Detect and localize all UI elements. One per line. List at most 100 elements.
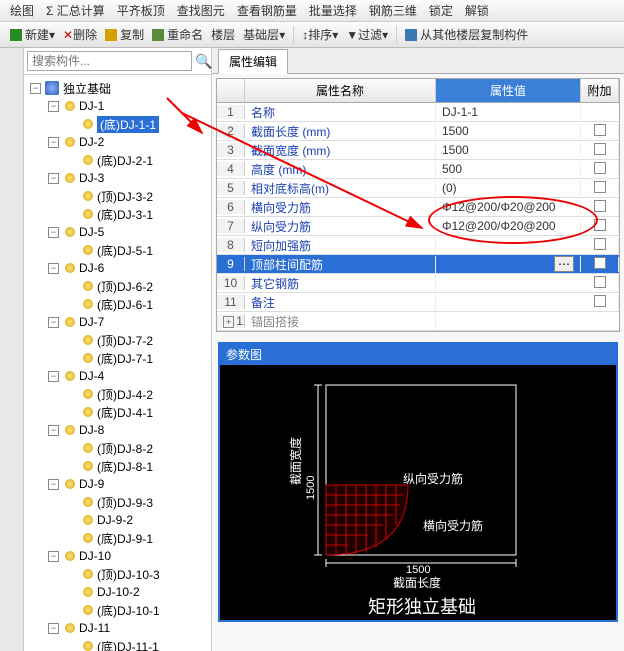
property-row[interactable]: 9顶部柱间配筋⋯	[217, 255, 619, 274]
col-value[interactable]: 属性值	[436, 79, 581, 102]
property-value-cell[interactable]: Φ12@200/Φ20@200	[436, 200, 581, 214]
property-grid: 属性名称 属性值 附加 1名称DJ-1-12截面长度 (mm)15003截面宽度…	[216, 78, 620, 332]
tree-group[interactable]: −DJ-5	[24, 223, 211, 241]
extra-checkbox[interactable]	[594, 124, 606, 136]
tree-item[interactable]: (底)DJ-11-1	[24, 637, 211, 651]
tree-group[interactable]: −DJ-8	[24, 421, 211, 439]
property-row[interactable]: 6横向受力筋Φ12@200/Φ20@200	[217, 198, 619, 217]
tree-item[interactable]: (底)DJ-2-1	[24, 151, 211, 169]
tool-align[interactable]: 平齐板顶	[117, 2, 165, 19]
tree-group[interactable]: −DJ-1	[24, 97, 211, 115]
extra-checkbox[interactable]	[594, 162, 606, 174]
tree-item[interactable]: (底)DJ-6-1	[24, 295, 211, 313]
label-vertical-rebar: 纵向受力筋	[403, 471, 463, 486]
property-row[interactable]: 5相对底标高(m)(0)	[217, 179, 619, 198]
property-row[interactable]: 7纵向受力筋Φ12@200/Φ20@200	[217, 217, 619, 236]
extra-checkbox[interactable]	[594, 143, 606, 155]
property-row[interactable]: 4高度 (mm)500	[217, 160, 619, 179]
delete-button[interactable]: ✕ 删除	[63, 26, 97, 43]
property-row[interactable]: +12锚固搭接	[217, 312, 619, 331]
tree-item[interactable]: (底)DJ-9-1	[24, 529, 211, 547]
copy-button[interactable]: 复制	[105, 26, 144, 43]
diagram-caption: 矩形独立基础	[368, 597, 476, 617]
property-row[interactable]: 10其它钢筋	[217, 274, 619, 293]
sort-button[interactable]: ↕ 排序 ▾	[302, 26, 338, 43]
property-row[interactable]: 3截面宽度 (mm)1500	[217, 141, 619, 160]
tree-group[interactable]: −DJ-7	[24, 313, 211, 331]
tree-item[interactable]: (底)DJ-10-1	[24, 601, 211, 619]
extra-checkbox[interactable]	[594, 295, 606, 307]
tree-group[interactable]: −DJ-10	[24, 547, 211, 565]
property-row[interactable]: 8短向加强筋	[217, 236, 619, 255]
tree-root[interactable]: −独立基础	[24, 79, 211, 97]
tool-find[interactable]: 查找图元	[177, 2, 225, 19]
tree-item[interactable]: (顶)DJ-4-2	[24, 385, 211, 403]
property-value-cell[interactable]: Φ12@200/Φ20@200	[436, 219, 581, 233]
rename-button[interactable]: 重命名	[152, 26, 203, 43]
tree-item[interactable]: (顶)DJ-6-2	[24, 277, 211, 295]
tool-unlock[interactable]: 解锁	[465, 2, 489, 19]
param-diagram: 参数图 截面宽度 1500 截面长	[218, 342, 618, 622]
property-value-cell[interactable]: ⋯	[436, 256, 581, 272]
tree-item[interactable]: DJ-9-2	[24, 511, 211, 529]
tree-item[interactable]: (底)DJ-3-1	[24, 205, 211, 223]
tool-rebar-qty[interactable]: 查看钢筋量	[237, 2, 297, 19]
tool-lock[interactable]: 锁定	[429, 2, 453, 19]
property-value-cell[interactable]: (0)	[436, 181, 581, 195]
search-input[interactable]	[27, 51, 192, 71]
property-value-cell[interactable]: 500	[436, 162, 581, 176]
tree-item[interactable]: (顶)DJ-8-2	[24, 439, 211, 457]
extra-checkbox[interactable]	[594, 238, 606, 250]
search-icon[interactable]: 🔍	[195, 48, 212, 74]
tree-item[interactable]: (顶)DJ-10-3	[24, 565, 211, 583]
left-gutter	[0, 48, 24, 651]
menu-sum[interactable]: Σ 汇总计算	[46, 2, 105, 19]
tree-item[interactable]: (底)DJ-4-1	[24, 403, 211, 421]
component-tree[interactable]: −独立基础−DJ-1(底)DJ-1-1−DJ-2(底)DJ-2-1−DJ-3(顶…	[24, 75, 211, 651]
tree-group[interactable]: −DJ-3	[24, 169, 211, 187]
extra-checkbox[interactable]	[594, 219, 606, 231]
property-value-cell[interactable]: DJ-1-1	[436, 105, 581, 119]
floor-select[interactable]: 基础层 ▾	[243, 26, 285, 43]
extra-checkbox[interactable]	[594, 200, 606, 212]
tool-rebar-3d[interactable]: 钢筋三维	[369, 2, 417, 19]
toolbar: 新建 ▾ ✕ 删除 复制 重命名 楼层 基础层 ▾ ↕ 排序 ▾ ▼ 过滤 ▾ …	[0, 22, 624, 48]
tree-item[interactable]: DJ-10-2	[24, 583, 211, 601]
tree-item[interactable]: (底)DJ-1-1	[24, 115, 211, 133]
tool-batch-select[interactable]: 批量选择	[309, 2, 357, 19]
menu-draw[interactable]: 绘图	[10, 2, 34, 19]
tree-item[interactable]: (底)DJ-7-1	[24, 349, 211, 367]
extra-checkbox[interactable]	[594, 257, 606, 269]
col-extra: 附加	[581, 79, 619, 102]
new-button[interactable]: 新建 ▾	[10, 26, 55, 43]
ellipsis-button[interactable]: ⋯	[554, 256, 574, 272]
extra-checkbox[interactable]	[594, 276, 606, 288]
col-name: 属性名称	[245, 79, 436, 102]
tree-item[interactable]: (顶)DJ-3-2	[24, 187, 211, 205]
property-row[interactable]: 1名称DJ-1-1	[217, 103, 619, 122]
tree-group[interactable]: −DJ-2	[24, 133, 211, 151]
property-value-cell[interactable]: 1500	[436, 124, 581, 138]
tree-item[interactable]: (底)DJ-5-1	[24, 241, 211, 259]
tree-group[interactable]: −DJ-9	[24, 475, 211, 493]
filter-button[interactable]: ▼ 过滤 ▾	[346, 26, 388, 43]
tab-properties[interactable]: 属性编辑	[218, 49, 288, 74]
tree-group[interactable]: −DJ-6	[24, 259, 211, 277]
tree-item[interactable]: (顶)DJ-9-3	[24, 493, 211, 511]
tab-row: 属性编辑	[212, 48, 624, 74]
property-row[interactable]: 2截面长度 (mm)1500	[217, 122, 619, 141]
label-horizontal-rebar: 横向受力筋	[423, 518, 483, 533]
extra-checkbox[interactable]	[594, 181, 606, 193]
tree-group[interactable]: −DJ-4	[24, 367, 211, 385]
copy-from-floor-button[interactable]: 从其他楼层复制构件	[405, 26, 528, 43]
floor-label: 楼层	[211, 26, 235, 43]
y-axis-value: 1500	[305, 476, 317, 500]
tree-panel: 🔍 −独立基础−DJ-1(底)DJ-1-1−DJ-2(底)DJ-2-1−DJ-3…	[24, 48, 212, 651]
tree-item[interactable]: (顶)DJ-7-2	[24, 331, 211, 349]
tree-group[interactable]: −DJ-11	[24, 619, 211, 637]
menu-bar: 绘图 Σ 汇总计算 平齐板顶 查找图元 查看钢筋量 批量选择 钢筋三维 锁定 解…	[0, 0, 624, 22]
property-value-cell[interactable]: 1500	[436, 143, 581, 157]
property-row[interactable]: 11备注	[217, 293, 619, 312]
tree-item[interactable]: (底)DJ-8-1	[24, 457, 211, 475]
param-title: 参数图	[220, 344, 616, 365]
